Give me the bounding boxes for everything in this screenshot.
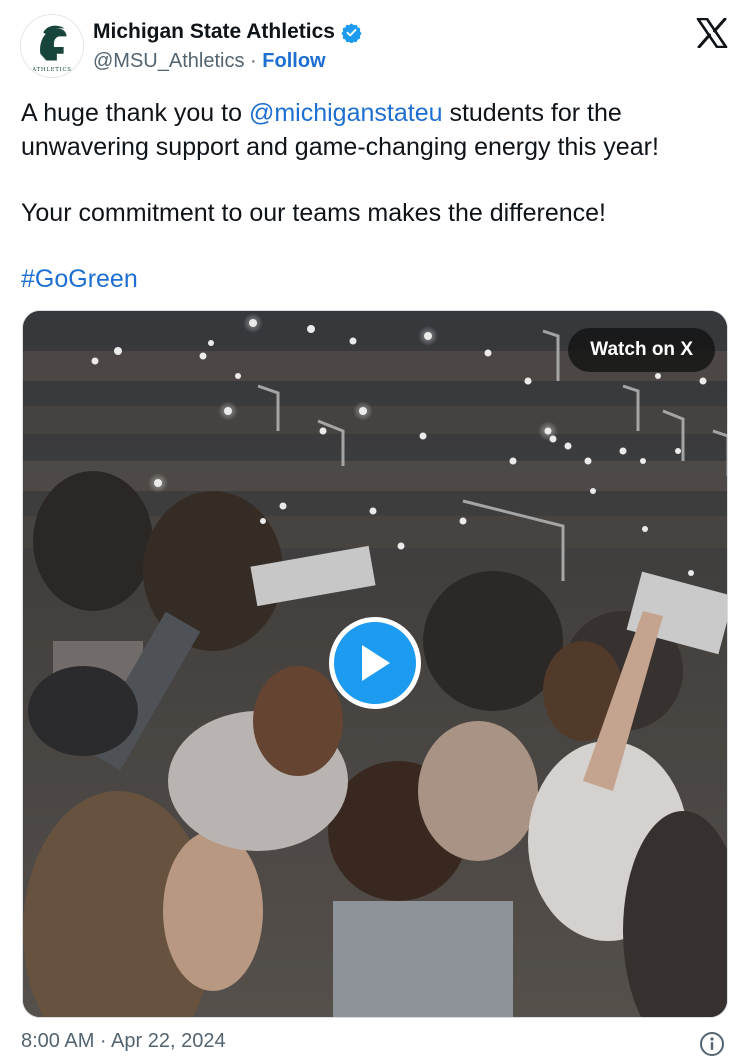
hashtag-link[interactable]: #GoGreen [21,265,138,293]
tweet-paragraph-2: Your commitment to our teams makes the d… [21,199,606,227]
info-icon[interactable] [699,1031,725,1057]
tweet-paragraph-1: A huge thank you to @michiganstateu stud… [21,96,731,164]
svg-text:ATHLETICS: ATHLETICS [31,67,71,73]
avatar[interactable]: ATHLETICS [20,14,84,78]
play-icon [362,645,390,681]
tweet-text-prefix: A huge thank you to [21,99,249,127]
x-logo-icon[interactable] [696,18,728,48]
display-name[interactable]: Michigan State Athletics [93,20,362,44]
tweet-header: ATHLETICS Michigan State Athletics @MSU_… [0,0,750,90]
handle-line: @MSU_Athletics · Follow [93,50,326,73]
handle[interactable]: @MSU_Athletics [93,50,244,72]
tweet-timestamp[interactable]: 8:00 AM · Apr 22, 2024 [21,1030,731,1053]
tweet-text: A huge thank you to @michiganstateu stud… [21,96,731,296]
display-name-text[interactable]: Michigan State Athletics [93,20,335,44]
verified-badge-icon [341,22,362,43]
follow-button[interactable]: Follow [262,50,325,72]
play-button[interactable] [329,617,421,709]
mention-link[interactable]: @michiganstateu [249,99,443,127]
watch-on-x-button[interactable]: Watch on X [568,328,715,372]
separator: · [250,50,257,72]
video-media[interactable]: Watch on X [22,310,728,1018]
spartan-helmet-logo: ATHLETICS [21,15,83,77]
